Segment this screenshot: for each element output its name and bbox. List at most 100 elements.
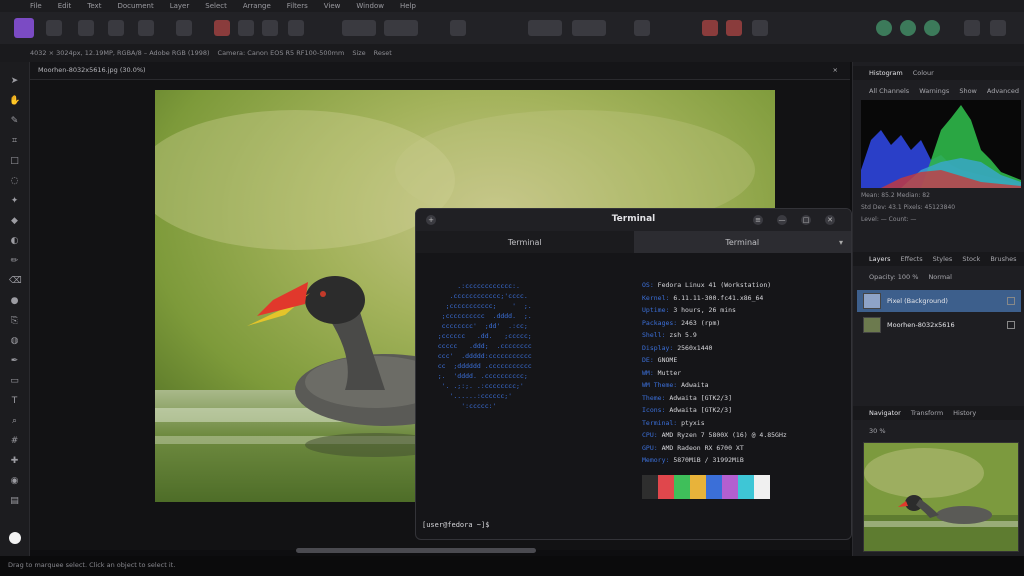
navigator-zoom[interactable]: 30 % [869,427,886,435]
advanced-toggle[interactable]: Advanced [987,87,1019,95]
grid-icon[interactable] [288,20,304,36]
order-icon[interactable] [528,20,562,36]
marquee-tool-icon[interactable]: □ [9,156,20,167]
adjustment-icon[interactable] [726,20,742,36]
crop-tool-icon[interactable]: ⌗ [9,136,20,147]
menu-icon[interactable]: ≡ [753,215,763,225]
blend-mode-select[interactable]: Normal [928,273,952,281]
align-icon[interactable] [342,20,376,36]
maximize-icon[interactable]: □ [801,215,811,225]
menu-select[interactable]: Select [205,2,227,10]
app-persona-icon[interactable] [14,18,34,38]
menu-arrange[interactable]: Arrange [243,2,271,10]
tab-histogram[interactable]: Histogram [869,69,903,77]
snapping-icon[interactable] [214,20,230,36]
terminal-tab-1[interactable]: Terminal [416,231,634,253]
terminal-tab-2[interactable]: Terminal ▾ [633,231,851,253]
layer-name: Moorhen-8032x5616 [887,321,955,329]
mesh-warp-icon[interactable]: # [9,436,20,447]
close-document-icon[interactable]: × [833,66,838,74]
gradient-tool-icon[interactable]: ◐ [9,236,20,247]
erase-brush-icon[interactable]: ⌫ [9,276,22,287]
reset-button[interactable]: Reset [374,49,392,57]
logo-line: cccccccc' ;dd' .:cc; [426,322,544,330]
document-tab[interactable]: Moorhen-8032x5616.jpg (30.0%) × [30,62,850,80]
channels-select[interactable]: All Channels [869,87,909,95]
export-persona-icon[interactable] [138,20,154,36]
terminal-output[interactable]: .:cccccccccccc:. .cccccccccccc;'cccc. ;c… [416,253,851,539]
layer-row[interactable]: Pixel (Background) [857,290,1021,312]
assistant-icon[interactable] [876,20,892,36]
develop-persona-icon[interactable] [78,20,94,36]
liquify-persona-icon[interactable] [46,20,62,36]
blur-brush-icon[interactable]: ◍ [9,336,20,347]
menu-text[interactable]: Text [87,2,101,10]
studio-icon[interactable] [964,20,980,36]
selection-mode-icon[interactable] [262,20,278,36]
tab-brushes[interactable]: Brushes [990,255,1016,263]
show-toggle[interactable]: Show [959,87,977,95]
dodge-tool-icon[interactable]: ● [9,296,20,307]
terminal-titlebar[interactable]: + Terminal ≡ — □ ✕ [416,209,851,231]
menu-view[interactable]: View [324,2,341,10]
menu-layer[interactable]: Layer [170,2,190,10]
tab-dropdown-icon[interactable]: ▾ [839,238,843,247]
histogram-graph [861,100,1021,188]
opacity-field[interactable]: Opacity: 100 % [869,273,918,281]
panel-icon[interactable] [990,20,1006,36]
rotate-icon[interactable] [634,20,650,36]
color-picker-icon[interactable]: ✎ [9,116,20,127]
layer-visibility-checkbox[interactable] [1007,297,1015,305]
zoom-tool-icon[interactable]: ⌕ [9,416,20,427]
tab-transform[interactable]: Transform [911,409,943,417]
layer-row[interactable]: Moorhen-8032x5616 [857,314,1021,336]
menu-file[interactable]: File [30,2,42,10]
minimize-icon[interactable]: — [777,215,787,225]
freehand-select-icon[interactable]: ◌ [9,176,20,187]
live-filter-icon[interactable] [752,20,768,36]
close-icon[interactable]: ✕ [825,215,835,225]
menu-filters[interactable]: Filters [287,2,308,10]
size-button[interactable]: Size [352,49,365,57]
assistant-settings-icon[interactable] [900,20,916,36]
warnings-toggle[interactable]: Warnings [919,87,949,95]
terminal-window[interactable]: + Terminal ≡ — □ ✕ Terminal Terminal ▾ .… [415,208,852,540]
patch-tool-icon[interactable]: ▤ [9,496,20,507]
red-eye-icon[interactable]: ◉ [9,476,20,487]
tab-layers[interactable]: Layers [869,255,891,263]
primary-color-swatch[interactable] [9,532,21,544]
tab-stock[interactable]: Stock [962,255,980,263]
menu-help[interactable]: Help [400,2,416,10]
tab-history[interactable]: History [953,409,976,417]
document-icon[interactable] [176,20,192,36]
horizontal-scrollbar[interactable] [296,548,536,553]
flip-icon[interactable] [572,20,606,36]
mask-icon[interactable] [702,20,718,36]
menu-window[interactable]: Window [356,2,384,10]
shell-prompt[interactable]: [user@fedora ~]$ [422,521,489,529]
text-tool-icon[interactable]: T [9,396,20,407]
clone-brush-icon[interactable]: ⎘ [9,316,20,327]
tool-options-icon[interactable] [924,20,940,36]
insert-target-icon[interactable] [450,20,466,36]
shape-tool-icon[interactable]: ▭ [9,376,20,387]
flood-fill-icon[interactable]: ◆ [9,216,20,227]
menu-document[interactable]: Document [117,2,153,10]
tone-mapping-persona-icon[interactable] [108,20,124,36]
pen-tool-icon[interactable]: ✒ [9,356,20,367]
quick-mask-icon[interactable] [238,20,254,36]
tab-colour[interactable]: Colour [913,69,934,77]
system-info-key: CPU: [642,431,658,439]
selection-brush-icon[interactable]: ✦ [9,196,20,207]
menu-edit[interactable]: Edit [58,2,72,10]
paint-brush-icon[interactable]: ✏ [9,256,20,267]
tab-styles[interactable]: Styles [933,255,953,263]
tab-effects[interactable]: Effects [901,255,923,263]
layer-visibility-checkbox[interactable] [1007,321,1015,329]
view-tool-icon[interactable]: ✋ [9,96,20,107]
move-tool-icon[interactable]: ➤ [9,76,20,87]
tab-navigator[interactable]: Navigator [869,409,901,417]
navigator-preview[interactable] [863,442,1019,552]
distribute-icon[interactable] [384,20,418,36]
inpainting-icon[interactable]: ✚ [9,456,20,467]
